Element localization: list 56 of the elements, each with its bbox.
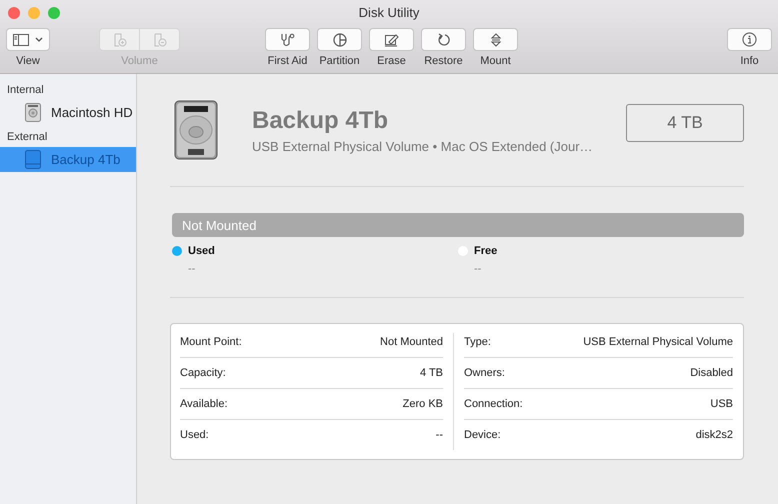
detail-value: Not Mounted xyxy=(380,336,443,348)
sidebar-icon xyxy=(13,34,29,46)
detail-value: Zero KB xyxy=(402,398,443,410)
sidebar-heading: External xyxy=(6,130,48,145)
sidebar-heading: Internal xyxy=(6,83,45,98)
toolbar-label: Partition xyxy=(319,55,360,67)
toolbar-label: Volume xyxy=(121,55,158,67)
add-volume-icon xyxy=(112,32,126,46)
legend-value: -- xyxy=(187,263,196,275)
toolbar-label: First Aid xyxy=(268,55,308,67)
hard-drive-icon xyxy=(174,100,218,160)
remove-volume-icon xyxy=(152,32,166,46)
detail-label: Capacity: xyxy=(180,367,226,379)
toolbar-button[interactable] xyxy=(369,28,414,51)
pie-icon xyxy=(332,32,346,46)
detail-label: Owners: xyxy=(464,367,505,379)
external-drive-icon xyxy=(25,150,41,169)
toolbar-button[interactable] xyxy=(6,28,50,51)
stethoscope-icon xyxy=(280,32,296,46)
toolbar-button[interactable] xyxy=(265,28,310,51)
legend-label: Used xyxy=(188,245,215,257)
detail-value: USB xyxy=(710,398,733,410)
toolbar-label: View xyxy=(16,55,40,67)
legend-label: Free xyxy=(474,245,498,257)
mount-icon xyxy=(490,32,500,46)
detail-value: disk2s2 xyxy=(696,429,733,441)
restore-arrow-icon xyxy=(436,32,450,46)
toolbar-label: Mount xyxy=(480,55,511,67)
detail-value: 4 TB xyxy=(420,367,443,379)
info-icon xyxy=(742,32,757,47)
detail-label: Mount Point: xyxy=(180,336,242,348)
toolbar-label: Erase xyxy=(377,55,406,67)
toolbar-label: Restore xyxy=(424,55,463,67)
detail-value: -- xyxy=(436,429,443,441)
legend-value: -- xyxy=(473,263,482,275)
eraser-icon xyxy=(384,32,399,46)
detail-label: Device: xyxy=(464,429,501,441)
usage-label: Not Mounted xyxy=(182,218,256,232)
toolbar-button[interactable] xyxy=(317,28,362,51)
volume-name: Backup 4Tb xyxy=(252,106,390,134)
volume-description: USB External Physical Volume • Mac OS Extended (Jour… xyxy=(252,138,594,154)
toolbar-button[interactable] xyxy=(473,28,518,51)
sidebar-item[interactable]: Macintosh HD xyxy=(0,100,136,125)
detail-label: Connection: xyxy=(464,398,523,410)
toolbar-button[interactable] xyxy=(727,28,772,51)
detail-label: Available: xyxy=(180,398,228,410)
detail-value: Disabled xyxy=(690,367,733,379)
detail-label: Type: xyxy=(464,336,491,348)
detail-label: Used: xyxy=(180,429,209,441)
hard-drive-icon xyxy=(25,103,41,122)
volume-size: 4 TB xyxy=(626,104,744,142)
chevron-down-icon xyxy=(35,37,43,42)
toolbar-button[interactable] xyxy=(421,28,466,51)
detail-value: USB External Physical Volume xyxy=(583,336,733,348)
window-title: Disk Utility xyxy=(358,5,420,20)
toolbar-label: Info xyxy=(740,55,759,67)
